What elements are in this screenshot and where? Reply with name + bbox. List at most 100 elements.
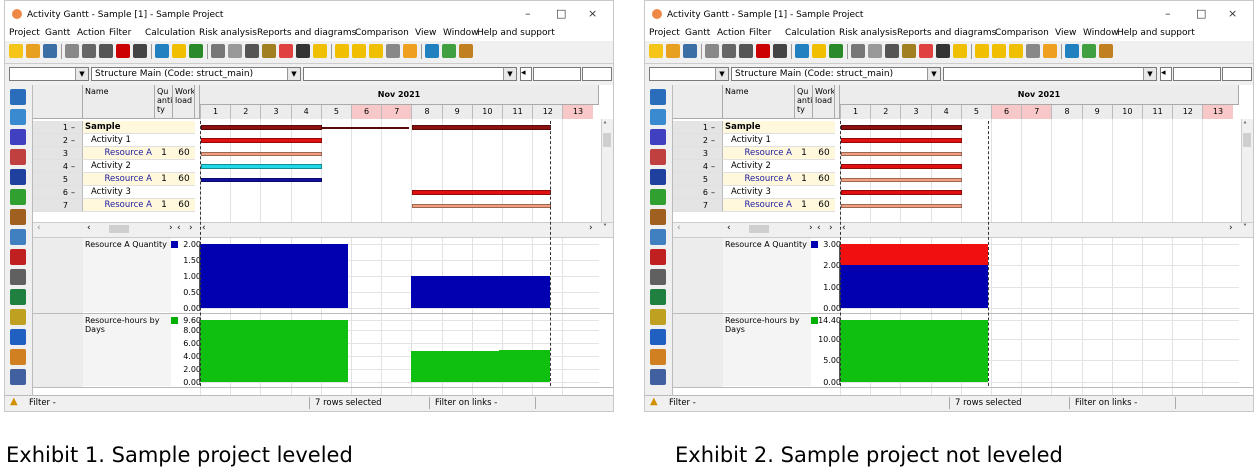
- row-number[interactable]: 2: [673, 134, 723, 147]
- histogram-block[interactable]: [200, 244, 348, 308]
- row-name[interactable]: Resource A: [83, 147, 155, 160]
- toolbar-button-20[interactable]: [992, 44, 1006, 58]
- toolbar-button-4[interactable]: [705, 44, 719, 58]
- histogram-block[interactable]: [200, 320, 348, 382]
- toolbar-button-22[interactable]: [386, 44, 400, 58]
- toolbar-button-15[interactable]: [902, 44, 916, 58]
- chevron-down-icon[interactable]: ▼: [503, 68, 516, 80]
- view-icon-4[interactable]: [10, 149, 26, 165]
- row-number[interactable]: 1: [33, 121, 83, 134]
- row-quantity[interactable]: 1: [795, 173, 813, 186]
- toolbar-button-11[interactable]: [829, 44, 843, 58]
- row-workload[interactable]: [813, 160, 835, 173]
- row-workload[interactable]: [173, 134, 195, 147]
- search-select[interactable]: ▼: [943, 67, 1157, 81]
- row-workload[interactable]: [173, 121, 195, 134]
- scroll-thumb[interactable]: [109, 225, 129, 233]
- row-name[interactable]: Resource A: [723, 199, 795, 212]
- scroll-left-icon[interactable]: ‹: [87, 223, 91, 233]
- scroll-down-icon[interactable]: ˅: [603, 223, 607, 232]
- layout-select[interactable]: ▼: [649, 67, 729, 81]
- view-icon-6[interactable]: [10, 189, 26, 205]
- workload-column-header[interactable]: Work load: [173, 85, 195, 119]
- row-quantity[interactable]: [155, 186, 173, 199]
- toolbar-button-23[interactable]: [1043, 44, 1057, 58]
- scroll-left-icon[interactable]: ‹: [727, 223, 731, 233]
- row-number[interactable]: 1: [673, 121, 723, 134]
- nav-field-2[interactable]: [1222, 67, 1252, 81]
- row-name[interactable]: Activity 2: [83, 160, 155, 173]
- toolbar-button-10[interactable]: [172, 44, 186, 58]
- toolbar-button-14[interactable]: [885, 44, 899, 58]
- row-workload[interactable]: [173, 186, 195, 199]
- view-icon-2[interactable]: [650, 109, 666, 125]
- toolbar-button-25[interactable]: [442, 44, 456, 58]
- row-name[interactable]: Resource A: [83, 173, 155, 186]
- view-icon-3[interactable]: [650, 129, 666, 145]
- close-button[interactable]: ×: [588, 7, 597, 20]
- row-workload[interactable]: 60: [813, 147, 835, 160]
- view-icon-10[interactable]: [650, 269, 666, 285]
- collapse-toggle[interactable]: –: [711, 186, 715, 199]
- toolbar-button-6[interactable]: [99, 44, 113, 58]
- toolbar-button-5[interactable]: [722, 44, 736, 58]
- histogram-block[interactable]: [498, 349, 551, 382]
- view-icon-14[interactable]: [650, 349, 666, 365]
- scroll-left-icon[interactable]: ‹: [817, 223, 821, 233]
- vertical-scroll-thumb[interactable]: [1243, 133, 1251, 147]
- toolbar-button-22[interactable]: [1026, 44, 1040, 58]
- menu-project[interactable]: Project: [649, 28, 680, 38]
- toolbar-button-14[interactable]: [245, 44, 259, 58]
- toolbar-button-3[interactable]: [683, 44, 697, 58]
- gantt-bar[interactable]: [412, 190, 552, 195]
- scroll-right-icon[interactable]: ›: [189, 223, 193, 233]
- nav-left-button[interactable]: ◂: [1160, 67, 1172, 81]
- toolbar-button-20[interactable]: [352, 44, 366, 58]
- view-icon-7[interactable]: [10, 209, 26, 225]
- menu-help-and-support[interactable]: Help and support: [477, 28, 555, 38]
- menu-comparison[interactable]: Comparison: [355, 28, 409, 38]
- row-number[interactable]: 3: [33, 147, 83, 160]
- structure-select[interactable]: Structure Main (Code: struct_main) ▼: [91, 67, 301, 81]
- toolbar-button-12[interactable]: [211, 44, 225, 58]
- view-icon-9[interactable]: [650, 249, 666, 265]
- view-icon-15[interactable]: [650, 369, 666, 385]
- view-icon-4[interactable]: [650, 149, 666, 165]
- gantt-bar[interactable]: [201, 125, 322, 130]
- menu-view[interactable]: View: [1055, 28, 1076, 38]
- scroll-up-icon[interactable]: ˄: [1243, 121, 1247, 130]
- row-workload[interactable]: 60: [173, 173, 195, 186]
- toolbar-button-17[interactable]: [296, 44, 310, 58]
- toolbar-button-9[interactable]: [795, 44, 809, 58]
- row-workload[interactable]: [813, 121, 835, 134]
- chevron-down-icon[interactable]: ▼: [927, 68, 940, 80]
- toolbar-button-16[interactable]: [919, 44, 933, 58]
- row-quantity[interactable]: 1: [795, 199, 813, 212]
- gantt-bar[interactable]: [412, 125, 552, 130]
- menu-gantt[interactable]: Gantt: [685, 28, 710, 38]
- row-quantity[interactable]: [155, 160, 173, 173]
- row-quantity[interactable]: 1: [155, 147, 173, 160]
- toolbar-button-21[interactable]: [369, 44, 383, 58]
- toolbar-button-26[interactable]: [1099, 44, 1113, 58]
- gantt-bar[interactable]: [841, 125, 962, 130]
- menu-project[interactable]: Project: [9, 28, 40, 38]
- toolbar-button-11[interactable]: [189, 44, 203, 58]
- warning-icon[interactable]: ▲: [650, 396, 658, 407]
- gantt-bar[interactable]: [841, 151, 962, 156]
- toolbar-button-15[interactable]: [262, 44, 276, 58]
- view-icon-13[interactable]: [10, 329, 26, 345]
- row-quantity[interactable]: 1: [795, 147, 813, 160]
- scroll-left-icon[interactable]: ‹: [37, 223, 41, 233]
- row-number[interactable]: 4: [33, 160, 83, 173]
- warning-icon[interactable]: ▲: [10, 396, 18, 407]
- workload-column-header[interactable]: Work load: [813, 85, 835, 119]
- toolbar-button-1[interactable]: [9, 44, 23, 58]
- view-icon-5[interactable]: [650, 169, 666, 185]
- row-quantity[interactable]: [795, 134, 813, 147]
- view-icon-8[interactable]: [10, 229, 26, 245]
- chevron-down-icon[interactable]: ▼: [287, 68, 300, 80]
- maximize-button[interactable]: □: [556, 7, 566, 20]
- menu-filter[interactable]: Filter: [749, 28, 771, 38]
- toolbar-button-7[interactable]: [116, 44, 130, 58]
